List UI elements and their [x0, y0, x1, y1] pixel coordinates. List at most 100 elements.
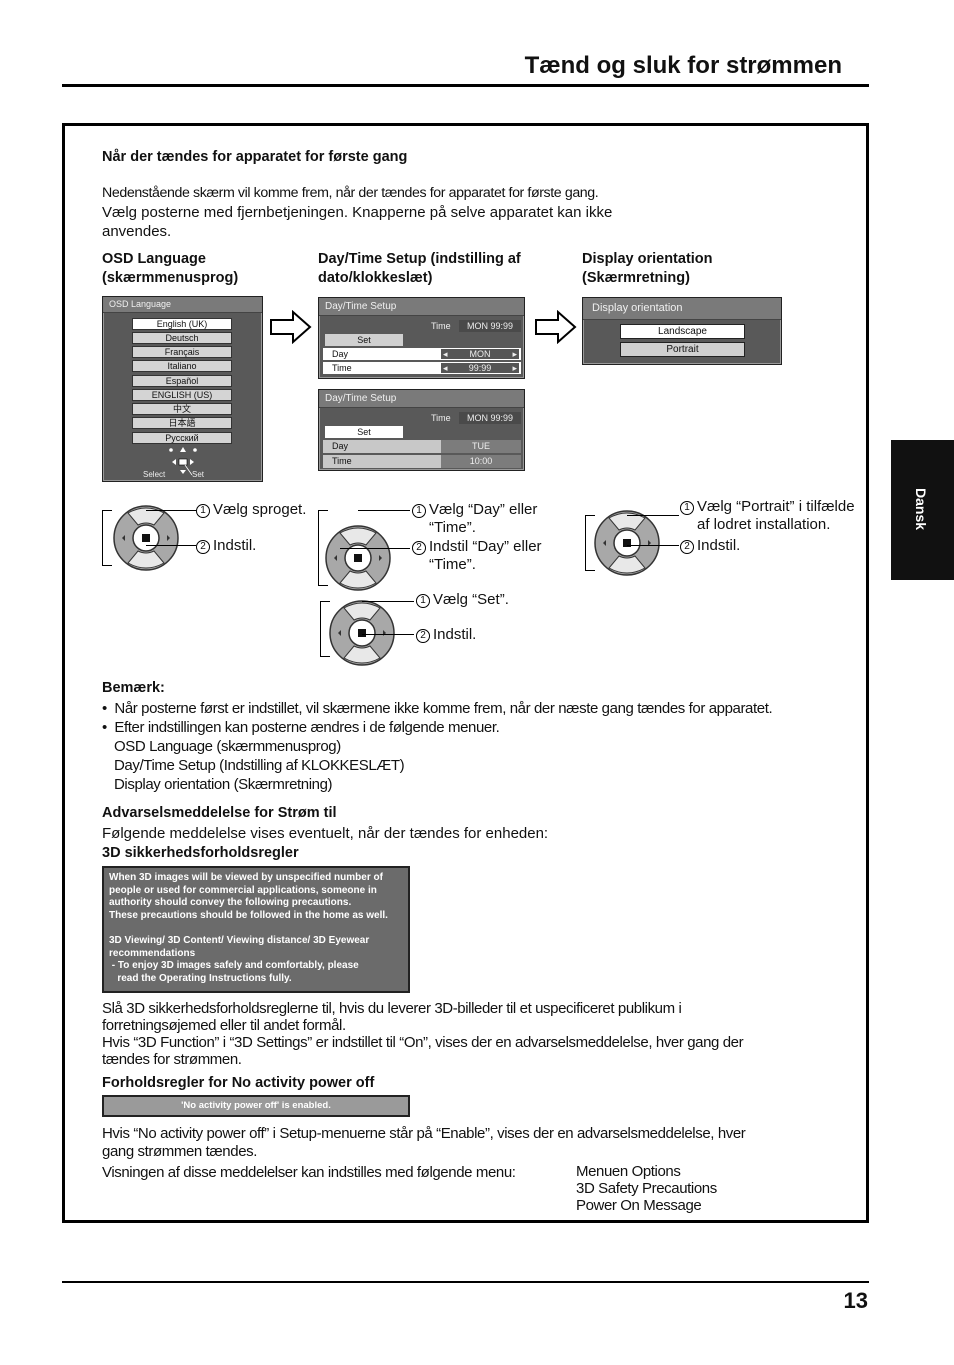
day-row-label: Day — [332, 349, 349, 359]
osd-language-screen: OSD Language English (UK) Deutsch França… — [102, 296, 263, 482]
step-text: “Time”. — [429, 519, 476, 536]
time-value[interactable]: 10:00 — [441, 455, 521, 468]
page-number: 13 — [843, 1288, 868, 1313]
step-number-icon: 1 — [416, 594, 430, 608]
callout-line — [362, 601, 414, 602]
no-activity-message-box: 'No activity power off' is enabled. — [102, 1095, 410, 1117]
language-option[interactable]: 日本語 — [132, 417, 232, 429]
column-title-line: OSD Language — [102, 251, 206, 267]
step-text: Indstil. — [697, 537, 741, 554]
step-text: af lodret installation. — [697, 516, 831, 533]
language-option[interactable]: Deutsch — [132, 332, 232, 344]
language-option[interactable]: English (UK) — [132, 318, 232, 330]
language-option[interactable]: Español — [132, 375, 232, 387]
day-value[interactable]: TUE — [441, 440, 521, 453]
paragraph-line: Hvis “3D Function” i “3D Settings” er in… — [102, 1034, 744, 1051]
right-arrow-icon: ▸ — [512, 349, 517, 359]
current-time-value: MON 99:99 — [459, 412, 521, 424]
section-heading-first-power-on: Når der tændes for apparatet for første … — [102, 149, 408, 165]
time-row[interactable]: Time ◂ 99:99 ▸ — [323, 362, 521, 374]
time-value[interactable]: ◂ 99:99 ▸ — [441, 363, 519, 373]
menu-path-item: 3D Safety Precautions — [576, 1180, 717, 1197]
step-text: Vælg sproget. — [213, 501, 307, 518]
no-activity-paragraph: Hvis “No activity power off” i Setup-men… — [102, 1125, 746, 1161]
orientation-step-2: 2 Indstil. — [680, 537, 740, 555]
note-menu-2: Day/Time Setup (Indstilling af KLOKKESLÆ… — [114, 757, 405, 774]
set-hint: Set — [192, 470, 205, 479]
bullet-text: Efter indstillingen kan posterne ændres … — [114, 719, 500, 736]
remote-dpad-icon — [323, 523, 393, 593]
no-activity-heading: Forholdsregler for No activity power off — [102, 1075, 375, 1091]
menu-path-item: Power On Message — [576, 1197, 702, 1214]
current-time-label: Time — [431, 321, 451, 331]
remote-dpad-icon — [111, 503, 181, 573]
note-bullet-1: • Når posterne først er indstillet, vil … — [102, 700, 773, 717]
orientation-step-1: 1 Vælg “Portrait” i tilfælde af lodret ins… — [680, 498, 855, 534]
header-rule — [62, 84, 869, 87]
message-line: - To enjoy 3D images safely and comforta… — [109, 960, 359, 972]
daytime-screen-set: Day/Time Setup Time MON 99:99 Set Day TU… — [318, 389, 525, 471]
message-line: people or used for commercial applicatio… — [109, 884, 377, 896]
language-option[interactable]: 中文 — [132, 403, 232, 415]
column-title-line: dato/klokkeslæt) — [318, 270, 433, 286]
column-title-line: (Skærmretning) — [582, 270, 690, 286]
intro-line-3: anvendes. — [102, 223, 172, 240]
callout-line — [340, 548, 410, 549]
warning-text: Følgende meddelelse vises eventuelt, når… — [102, 825, 549, 842]
paragraph-line: Slå 3D sikkerhedsforholdsreglerne til, h… — [102, 1000, 682, 1017]
message-line: These precautions should be followed in … — [109, 909, 388, 921]
step-number-icon: 2 — [416, 629, 430, 643]
set-button[interactable]: Set — [325, 334, 403, 346]
day-row-label: Day — [332, 441, 349, 451]
bullet-text: Når posterne først er indstillet, vil sk… — [114, 700, 773, 717]
step-number-icon: 2 — [196, 540, 210, 554]
day-row[interactable]: Day ◂ MON ▸ — [323, 348, 521, 360]
language-option[interactable]: Italiano — [132, 360, 232, 372]
time-row-label: Time — [332, 363, 352, 373]
current-time-label: Time — [431, 413, 451, 423]
step-text: “Time”. — [429, 556, 476, 573]
time-row[interactable]: Time 10:00 — [323, 455, 521, 468]
column-title-osd: OSD Language (skærmmenusprog) — [102, 250, 238, 288]
paragraph-line: Hvis “No activity power off” i Setup-men… — [102, 1125, 746, 1142]
current-time-value: MON 99:99 — [459, 320, 521, 332]
osd-step-2: 2 Indstil. — [196, 537, 256, 555]
language-option[interactable]: ENGLISH (US) — [132, 389, 232, 401]
day-value-text: MON — [469, 349, 491, 359]
callout-line — [146, 510, 196, 511]
daytime-set-step-1: 1 Vælg “Set”. — [416, 591, 509, 609]
step-text: Indstil. — [213, 537, 257, 554]
step-number-icon: 2 — [680, 540, 694, 554]
osd-language-title: OSD Language — [103, 297, 262, 313]
language-option[interactable]: Français — [132, 346, 232, 358]
daytime-step-1: 1 Vælg “Day” eller “Time”. — [412, 501, 537, 537]
3d-paragraph: Slå 3D sikkerhedsforholdsreglerne til, h… — [102, 1000, 744, 1068]
day-value[interactable]: ◂ MON ▸ — [441, 349, 519, 359]
message-line: When 3D images will be viewed by unspeci… — [109, 872, 383, 883]
step-number-icon: 1 — [412, 504, 426, 518]
message-line: 3D Viewing/ 3D Content/ Viewing distance… — [109, 934, 370, 946]
message-line: recommendations — [109, 947, 196, 959]
message-line: read the Operating Instructions fully. — [109, 972, 292, 984]
orientation-option-portrait[interactable]: Portrait — [620, 342, 745, 357]
time-row-label: Time — [332, 456, 352, 466]
side-tab-label: Dansk — [913, 488, 929, 531]
next-arrow-icon — [535, 310, 577, 344]
day-row[interactable]: Day TUE — [323, 440, 521, 453]
remote-dpad-icon — [592, 508, 662, 578]
step-number-icon: 2 — [412, 541, 426, 555]
set-button[interactable]: Set — [325, 426, 403, 438]
column-title-line: Day/Time Setup (indstilling af — [318, 251, 521, 267]
daytime-title: Day/Time Setup — [319, 390, 524, 408]
language-option[interactable]: Русский — [132, 432, 232, 444]
callout-line — [627, 545, 679, 546]
paragraph-line: gang strømmen tændes. — [102, 1143, 258, 1160]
orientation-option-landscape[interactable]: Landscape — [620, 324, 745, 339]
warning-heading: Advarselsmeddelelse for Strøm til — [102, 805, 337, 821]
message-line: authority should convey the following pr… — [109, 897, 352, 909]
column-title-line: Display orientation — [582, 251, 713, 267]
column-title-daytime: Day/Time Setup (indstilling af dato/klok… — [318, 250, 521, 288]
menu-path-item: Menuen Options — [576, 1163, 681, 1180]
paragraph-line: tændes for strømmen. — [102, 1051, 242, 1068]
